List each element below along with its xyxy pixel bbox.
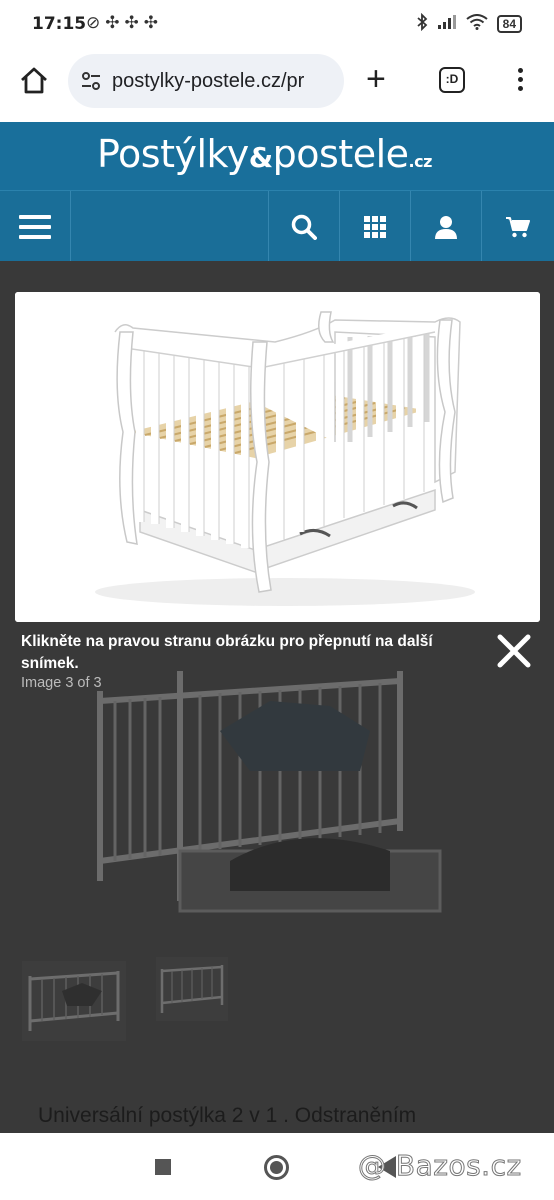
crib-photo xyxy=(15,292,540,622)
cart-button[interactable] xyxy=(481,191,554,262)
logo-text-2: postele xyxy=(272,132,409,176)
close-icon xyxy=(497,634,531,668)
home-button[interactable] xyxy=(17,64,51,98)
thumbnail-1[interactable] xyxy=(22,961,126,1041)
recents-button[interactable] xyxy=(155,1159,171,1175)
close-button[interactable] xyxy=(494,631,534,671)
home-icon xyxy=(21,67,47,94)
system-nav-bar: @ Bazos.cz xyxy=(0,1133,554,1200)
site-logo[interactable]: Postýlky&postele.cz xyxy=(97,132,432,176)
thumbnail-2[interactable] xyxy=(156,957,228,1021)
site-navbar xyxy=(0,190,554,262)
watermark: @ Bazos.cz xyxy=(358,1149,522,1183)
background-product-photo xyxy=(97,671,442,913)
signal-icon xyxy=(437,14,457,34)
logo-tld: .cz xyxy=(408,152,433,171)
battery-indicator: 84 xyxy=(496,15,522,33)
search-button[interactable] xyxy=(268,191,339,262)
cart-icon xyxy=(506,216,530,237)
hamburger-icon xyxy=(19,214,51,239)
logo-text-1: Postýlky xyxy=(97,132,249,176)
wifi-icon xyxy=(466,14,488,34)
site-settings-icon xyxy=(82,72,100,90)
status-right: 84 xyxy=(416,12,522,35)
url-text: postylky-postele.cz/pr xyxy=(112,70,305,92)
grid-icon xyxy=(364,215,386,238)
lightbox-overlay[interactable]: Klikněte na pravou stranu obrázku pro př… xyxy=(0,261,554,1133)
categories-button[interactable] xyxy=(339,191,410,262)
account-button[interactable] xyxy=(410,191,481,262)
user-icon xyxy=(435,215,457,239)
product-description-text: Universální postýlka 2 v 1 . Odstraněním xyxy=(38,1104,417,1127)
notification-icons: ⊘✣✣✣ xyxy=(86,13,163,32)
tab-switcher-button[interactable]: :D xyxy=(439,67,465,93)
address-bar[interactable]: postylky-postele.cz/pr xyxy=(68,54,344,108)
home-system-button[interactable] xyxy=(264,1155,289,1180)
new-tab-button[interactable]: + xyxy=(366,62,386,96)
browser-toolbar: postylky-postele.cz/pr + :D xyxy=(0,50,554,116)
site-header: Postýlky&postele.cz xyxy=(0,122,554,190)
bluetooth-icon xyxy=(416,12,428,35)
browser-menu-button[interactable] xyxy=(510,68,530,96)
menu-button[interactable] xyxy=(0,191,71,262)
status-bar: 17:15 ⊘✣✣✣ 84 xyxy=(0,0,554,50)
status-time: 17:15 xyxy=(32,14,87,34)
lightbox-image[interactable] xyxy=(15,292,540,622)
image-counter: Image 3 of 3 xyxy=(21,675,102,691)
logo-ampersand: & xyxy=(248,141,273,174)
lightbox-caption: Klikněte na pravou stranu obrázku pro př… xyxy=(21,633,433,672)
search-icon xyxy=(291,214,317,240)
